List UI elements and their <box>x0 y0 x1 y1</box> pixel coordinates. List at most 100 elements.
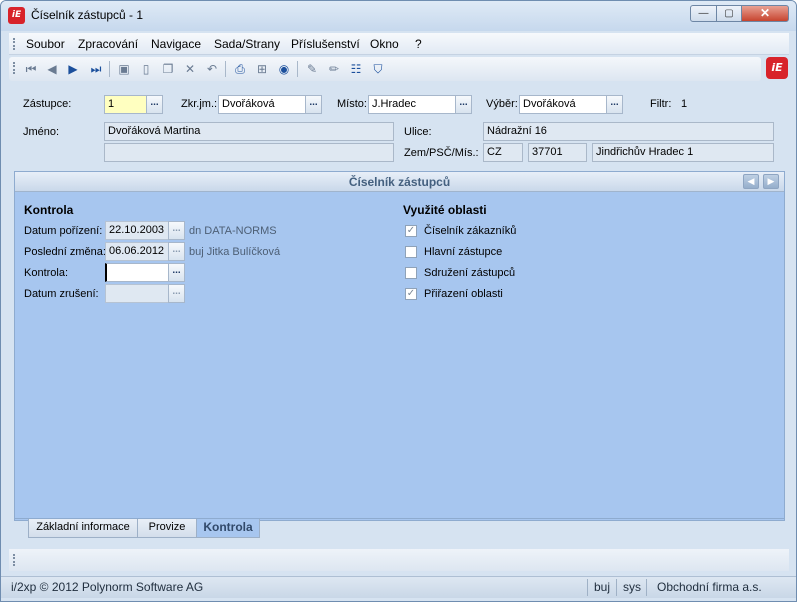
zkrjm-input[interactable]: Dvořáková <box>218 95 306 114</box>
ulice-label: Ulice: <box>404 126 432 138</box>
brand-logo-icon: iE <box>766 57 788 79</box>
delete-icon[interactable]: ✕ <box>181 60 199 78</box>
close-button[interactable]: ✕ <box>741 5 789 22</box>
detail-panel: Číselník zástupců ◀ ▶ Kontrola Datum poř… <box>14 171 785 521</box>
menu-zpracovani[interactable]: Zpracování <box>78 37 138 51</box>
panel-prev-button[interactable]: ◀ <box>743 174 759 189</box>
datum-zruseni-field[interactable] <box>105 284 169 303</box>
status-copyright: i/2xp © 2012 Polynorm Software AG <box>11 580 204 594</box>
filtr-value: 1 <box>681 98 688 110</box>
zem-psc-mis-label: Zem/PSČ/Mís.: <box>404 147 479 159</box>
save-icon[interactable]: ▣ <box>115 60 133 78</box>
mesto-field[interactable]: Jindřichův Hradec 1 <box>592 143 774 162</box>
edit-icon[interactable]: ✎ <box>303 60 321 78</box>
jmeno-label: Jméno: <box>23 126 60 138</box>
zeme-field[interactable]: CZ <box>483 143 523 162</box>
ulice-field[interactable]: Nádražní 16 <box>483 122 774 141</box>
kontrola-lookup-button[interactable]: ... <box>168 263 185 282</box>
properties-icon[interactable]: ☷ <box>347 60 365 78</box>
checkbox-label: Hlavní zástupce <box>424 246 503 258</box>
zastupce-input[interactable]: 1 <box>104 95 147 114</box>
zkrjm-label: Zkr.jm.: <box>181 98 218 110</box>
checkbox-label: Přiřazení oblasti <box>424 288 503 300</box>
posledni-zmena-button[interactable]: ... <box>168 242 185 261</box>
posledni-zmena-label: Poslední změna: <box>24 246 106 258</box>
datum-zruseni-button[interactable]: ... <box>168 284 185 303</box>
checkbox-prirazeni-oblasti[interactable]: ✓ <box>405 288 417 300</box>
pencil-icon[interactable]: ✏ <box>325 60 343 78</box>
misto-lookup-button[interactable]: ... <box>455 95 472 114</box>
lower-toolbar-grip-icon[interactable] <box>13 554 15 566</box>
kontrola-section-title: Kontrola <box>24 203 74 217</box>
status-database: sys <box>623 580 641 594</box>
kontrola-label: Kontrola: <box>24 267 69 279</box>
tab-zakladni-informace[interactable]: Základní informace <box>28 519 138 538</box>
filtr-label: Filtr: <box>650 98 672 110</box>
toolbar-grip-icon[interactable] <box>13 62 15 74</box>
misto-label: Místo: <box>337 98 367 110</box>
jmeno-field[interactable]: Dvořáková Martina <box>104 122 394 141</box>
lower-toolbar <box>9 549 789 571</box>
checkbox-label: Číselník zákazníků <box>424 225 517 237</box>
datum-zruseni-label: Datum zrušení: <box>24 288 99 300</box>
last-record-icon[interactable]: ⏭ <box>87 60 105 78</box>
menu-bar: Soubor Zpracování Navigace Sada/Strany P… <box>9 33 789 55</box>
minimize-button[interactable]: — <box>690 5 717 22</box>
menu-help[interactable]: ? <box>415 37 422 51</box>
status-bar: i/2xp © 2012 Polynorm Software AG buj sy… <box>1 576 796 598</box>
status-user: buj <box>594 580 611 594</box>
title-bar: iE Číselník zástupců - 1 — ▢ ✕ <box>1 1 796 31</box>
vyuzite-oblasti-section-title: Využité oblasti <box>403 203 487 217</box>
toolbar-separator <box>297 61 298 77</box>
new-document-icon[interactable]: ▯ <box>137 60 155 78</box>
tab-strip: Základní informace Provize Kontrola <box>14 518 785 540</box>
maximize-button[interactable]: ▢ <box>716 5 742 22</box>
status-separator <box>587 579 588 596</box>
panel-next-button[interactable]: ▶ <box>763 174 779 189</box>
menu-grip-icon[interactable] <box>13 38 15 50</box>
status-separator <box>646 579 647 596</box>
menu-navigace[interactable]: Navigace <box>151 37 201 51</box>
misto-input[interactable]: J.Hradec <box>368 95 456 114</box>
kontrola-input[interactable] <box>105 263 169 282</box>
checkbox-sdruzeni-zastupcu[interactable] <box>405 267 417 279</box>
zastupce-label: Zástupce: <box>23 98 72 110</box>
checkbox-label: Sdružení zástupců <box>424 267 516 279</box>
checkbox-hlavni-zastupce[interactable] <box>405 246 417 258</box>
application-window: iE Číselník zástupců - 1 — ▢ ✕ Soubor Zp… <box>0 0 797 602</box>
tab-kontrola[interactable]: Kontrola <box>196 519 260 538</box>
panel-title: Číselník zástupců <box>348 175 451 189</box>
zastupce-lookup-button[interactable]: ... <box>146 95 163 114</box>
status-company: Obchodní firma a.s. <box>657 580 762 594</box>
menu-sada-strany[interactable]: Sada/Strany <box>214 37 280 51</box>
jmeno2-field[interactable] <box>104 143 394 162</box>
print-icon[interactable]: ⎙ <box>231 60 249 78</box>
toolbar-separator <box>109 61 110 77</box>
psc-field[interactable]: 37701 <box>528 143 587 162</box>
menu-prislusenstvi[interactable]: Příslušenství <box>291 37 360 51</box>
posledni-zmena-field[interactable]: 06.06.2012 <box>105 242 169 261</box>
app-logo-icon: iE <box>8 7 25 24</box>
toolbar: ⏮ ◀ ▶ ⏭ ▣ ▯ ❐ ✕ ↶ ⎙ ⊞ ◉ ✎ ✏ ☷ ⛉ <box>9 57 761 81</box>
tree-icon[interactable]: ⊞ <box>253 60 271 78</box>
undo-icon[interactable]: ↶ <box>203 60 221 78</box>
menu-soubor[interactable]: Soubor <box>26 37 65 51</box>
menu-okno[interactable]: Okno <box>370 37 399 51</box>
checkbox-ciselnik-zakazniku[interactable]: ✓ <box>405 225 417 237</box>
refresh-icon[interactable]: ◉ <box>275 60 293 78</box>
toolbar-separator <box>225 61 226 77</box>
datum-porizeni-field[interactable]: 22.10.2003 <box>105 221 169 240</box>
first-record-icon[interactable]: ⏮ <box>22 60 40 78</box>
vyber-lookup-button[interactable]: ... <box>606 95 623 114</box>
copy-icon[interactable]: ❐ <box>159 60 177 78</box>
datum-porizeni-user: dn DATA-NORMS <box>189 225 277 237</box>
zkrjm-lookup-button[interactable]: ... <box>305 95 322 114</box>
posledni-zmena-user: buj Jitka Bulíčková <box>189 246 281 258</box>
filter-icon[interactable]: ⛉ <box>369 60 387 78</box>
tab-provize[interactable]: Provize <box>137 519 197 538</box>
previous-record-icon[interactable]: ◀ <box>43 60 61 78</box>
next-record-icon[interactable]: ▶ <box>64 60 82 78</box>
vyber-input[interactable]: Dvořáková <box>519 95 607 114</box>
datum-porizeni-button[interactable]: ... <box>168 221 185 240</box>
status-separator <box>616 579 617 596</box>
